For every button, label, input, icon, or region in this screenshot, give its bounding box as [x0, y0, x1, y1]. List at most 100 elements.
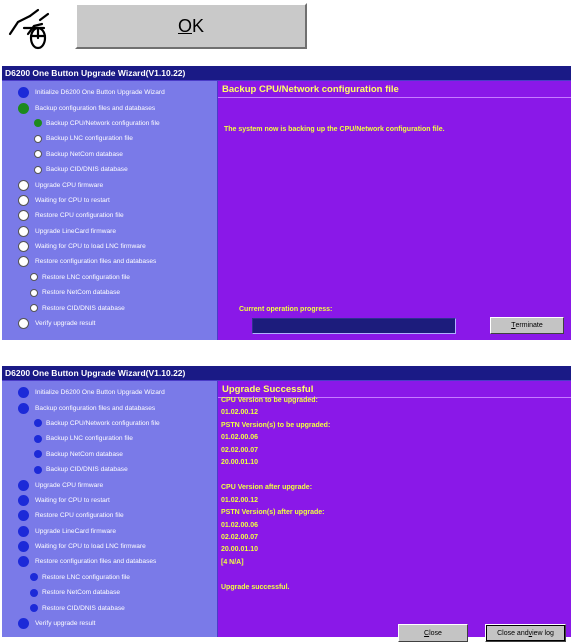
step-label: Upgrade CPU firmware: [35, 181, 104, 189]
step-label: Restore CID/DNIS database: [42, 604, 125, 612]
result-line: 20.00.01.10: [221, 546, 258, 554]
result-line: CPU Version to be upgraded:: [221, 397, 318, 404]
step-item: Upgrade LineCard firmware: [2, 224, 217, 239]
ok-button-label-underline: O: [177, 15, 192, 36]
step-item: Restore CPU configuration file: [2, 508, 217, 523]
close-and-view-log-button[interactable]: Close and v iew log: [485, 624, 566, 642]
result-line: PSTN Version(s) to be upgraded:: [221, 421, 331, 429]
step-status-icon: [34, 450, 42, 459]
step-label: Restore configuration files and database…: [35, 558, 157, 566]
step-status-icon: [30, 304, 38, 313]
result-line: CPU Version after upgrade:: [221, 484, 313, 492]
step-label: Backup configuration files and databases: [35, 404, 156, 412]
step-label: Waiting for CPU to load LNC firmware: [35, 543, 146, 551]
upgrade-wizard-window-success: D6200 One Button Upgrade Wizard(V1.10.22…: [2, 366, 571, 642]
step-label: Initialize D6200 One Button Upgrade Wiza…: [35, 389, 165, 397]
step-item: Restore configuration files and database…: [2, 254, 217, 269]
step-status-icon: [18, 556, 29, 568]
step-item: Restore configuration files and database…: [2, 554, 217, 569]
result-line: 20.00.01.10: [221, 458, 258, 466]
result-line: 02.02.00.07: [221, 533, 258, 541]
step-item: Upgrade CPU firmware: [2, 177, 217, 192]
step-label: Upgrade LineCard firmware: [35, 227, 116, 235]
step-status-icon: [30, 604, 38, 613]
step-item: Restore CID/DNIS database: [2, 300, 217, 315]
step-item: Backup LNC configuration file: [2, 131, 217, 146]
step-status-icon: [18, 256, 29, 268]
step-item: Verify upgrade result: [2, 616, 217, 631]
step-item: Upgrade LineCard firmware: [2, 524, 217, 539]
result-lines: CPU Version to be upgraded: 01.02.00.12 PS…: [218, 395, 330, 594]
step-status-icon: [18, 225, 29, 237]
step-label: Waiting for CPU to restart: [35, 496, 110, 504]
step-label: Backup LNC configuration file: [46, 435, 133, 443]
step-item: Backup CID/DNIS database: [2, 462, 217, 477]
progress-bar: [252, 318, 456, 334]
step-status-icon: [18, 402, 29, 414]
result-line: 01.02.00.12: [221, 496, 258, 504]
step-item: Backup CPU/Network configuration file: [2, 416, 217, 431]
progress-label: Current operation progress:: [239, 306, 333, 313]
step-status-icon: [18, 387, 29, 399]
step-status-icon: [34, 434, 42, 443]
result-panel: Upgrade Successful CPU Version to be upg…: [218, 381, 571, 642]
step-status-icon: [18, 210, 29, 222]
window-title: D6200 One Button Upgrade Wizard(V1.10.22…: [2, 366, 571, 380]
step-item: Backup configuration files and databases: [2, 400, 217, 415]
step-label: Backup CPU/Network configuration file: [46, 119, 160, 127]
terminate-label: erminate: [515, 322, 543, 329]
step-label: Restore LNC configuration file: [42, 573, 130, 581]
step-status-icon: [18, 87, 29, 99]
step-item: Restore NetCom database: [2, 285, 217, 300]
step-status-icon: [18, 194, 29, 206]
step-item: Restore NetCom database: [2, 585, 217, 600]
close-button[interactable]: Close: [398, 624, 468, 642]
step-label: Restore LNC configuration file: [42, 273, 130, 281]
step-item: Waiting for CPU to restart: [2, 493, 217, 508]
step-status-icon: [34, 465, 42, 474]
step-status-icon: [34, 150, 42, 159]
result-line: 02.02.00.07: [221, 446, 258, 454]
step-status-icon: [18, 541, 29, 553]
hand-mouse-click-icon: [8, 8, 50, 50]
step-label: Verify upgrade result: [35, 620, 96, 628]
result-line: 01.02.00.06: [221, 434, 258, 442]
step-status-icon: [34, 134, 42, 143]
step-list: Initialize D6200 One Button Upgrade Wiza…: [2, 381, 217, 631]
ok-button-callout: OK: [0, 0, 573, 55]
status-panel: Backup CPU/Network configuration file Th…: [218, 81, 571, 340]
ok-button[interactable]: OK: [75, 3, 307, 49]
step-item: Waiting for CPU to load LNC firmware: [2, 239, 217, 254]
upgrade-wizard-window-backup: D6200 One Button Upgrade Wizard(V1.10.22…: [2, 66, 571, 340]
step-item: Waiting for CPU to load LNC firmware: [2, 539, 217, 554]
step-status-icon: [30, 588, 38, 597]
step-item: Restore LNC configuration file: [2, 270, 217, 285]
step-label: Backup configuration files and databases: [35, 104, 156, 112]
step-status-icon: [18, 179, 29, 191]
step-item: Backup NetCom database: [2, 447, 217, 462]
step-label: Restore CID/DNIS database: [42, 304, 125, 312]
step-item: Initialize D6200 One Button Upgrade Wiza…: [2, 385, 217, 400]
result-line: 01.02.00.12: [221, 409, 258, 417]
step-label: Backup CID/DNIS database: [46, 166, 128, 174]
step-item: Backup CID/DNIS database: [2, 162, 217, 177]
step-item: Initialize D6200 One Button Upgrade Wiza…: [2, 85, 217, 100]
step-label: Initialize D6200 One Button Upgrade Wiza…: [35, 89, 165, 97]
result-line: 01.02.00.06: [221, 521, 258, 529]
step-item: Waiting for CPU to restart: [2, 193, 217, 208]
step-list-panel: Initialize D6200 One Button Upgrade Wiza…: [2, 381, 217, 637]
step-status-icon: [18, 510, 29, 522]
step-status-icon: [18, 318, 29, 330]
ok-button-label: K: [192, 15, 205, 36]
step-item: Restore LNC configuration file: [2, 570, 217, 585]
step-item: Backup configuration files and databases: [2, 100, 217, 115]
step-item: Restore CPU configuration file: [2, 208, 217, 223]
step-label: Waiting for CPU to load LNC firmware: [35, 243, 146, 251]
view-log-label: iew log: [532, 629, 554, 637]
step-status-icon: [18, 525, 29, 537]
terminate-button[interactable]: Terminate: [490, 317, 564, 334]
step-label: Backup CPU/Network configuration file: [46, 419, 160, 427]
step-label: Waiting for CPU to restart: [35, 196, 110, 204]
